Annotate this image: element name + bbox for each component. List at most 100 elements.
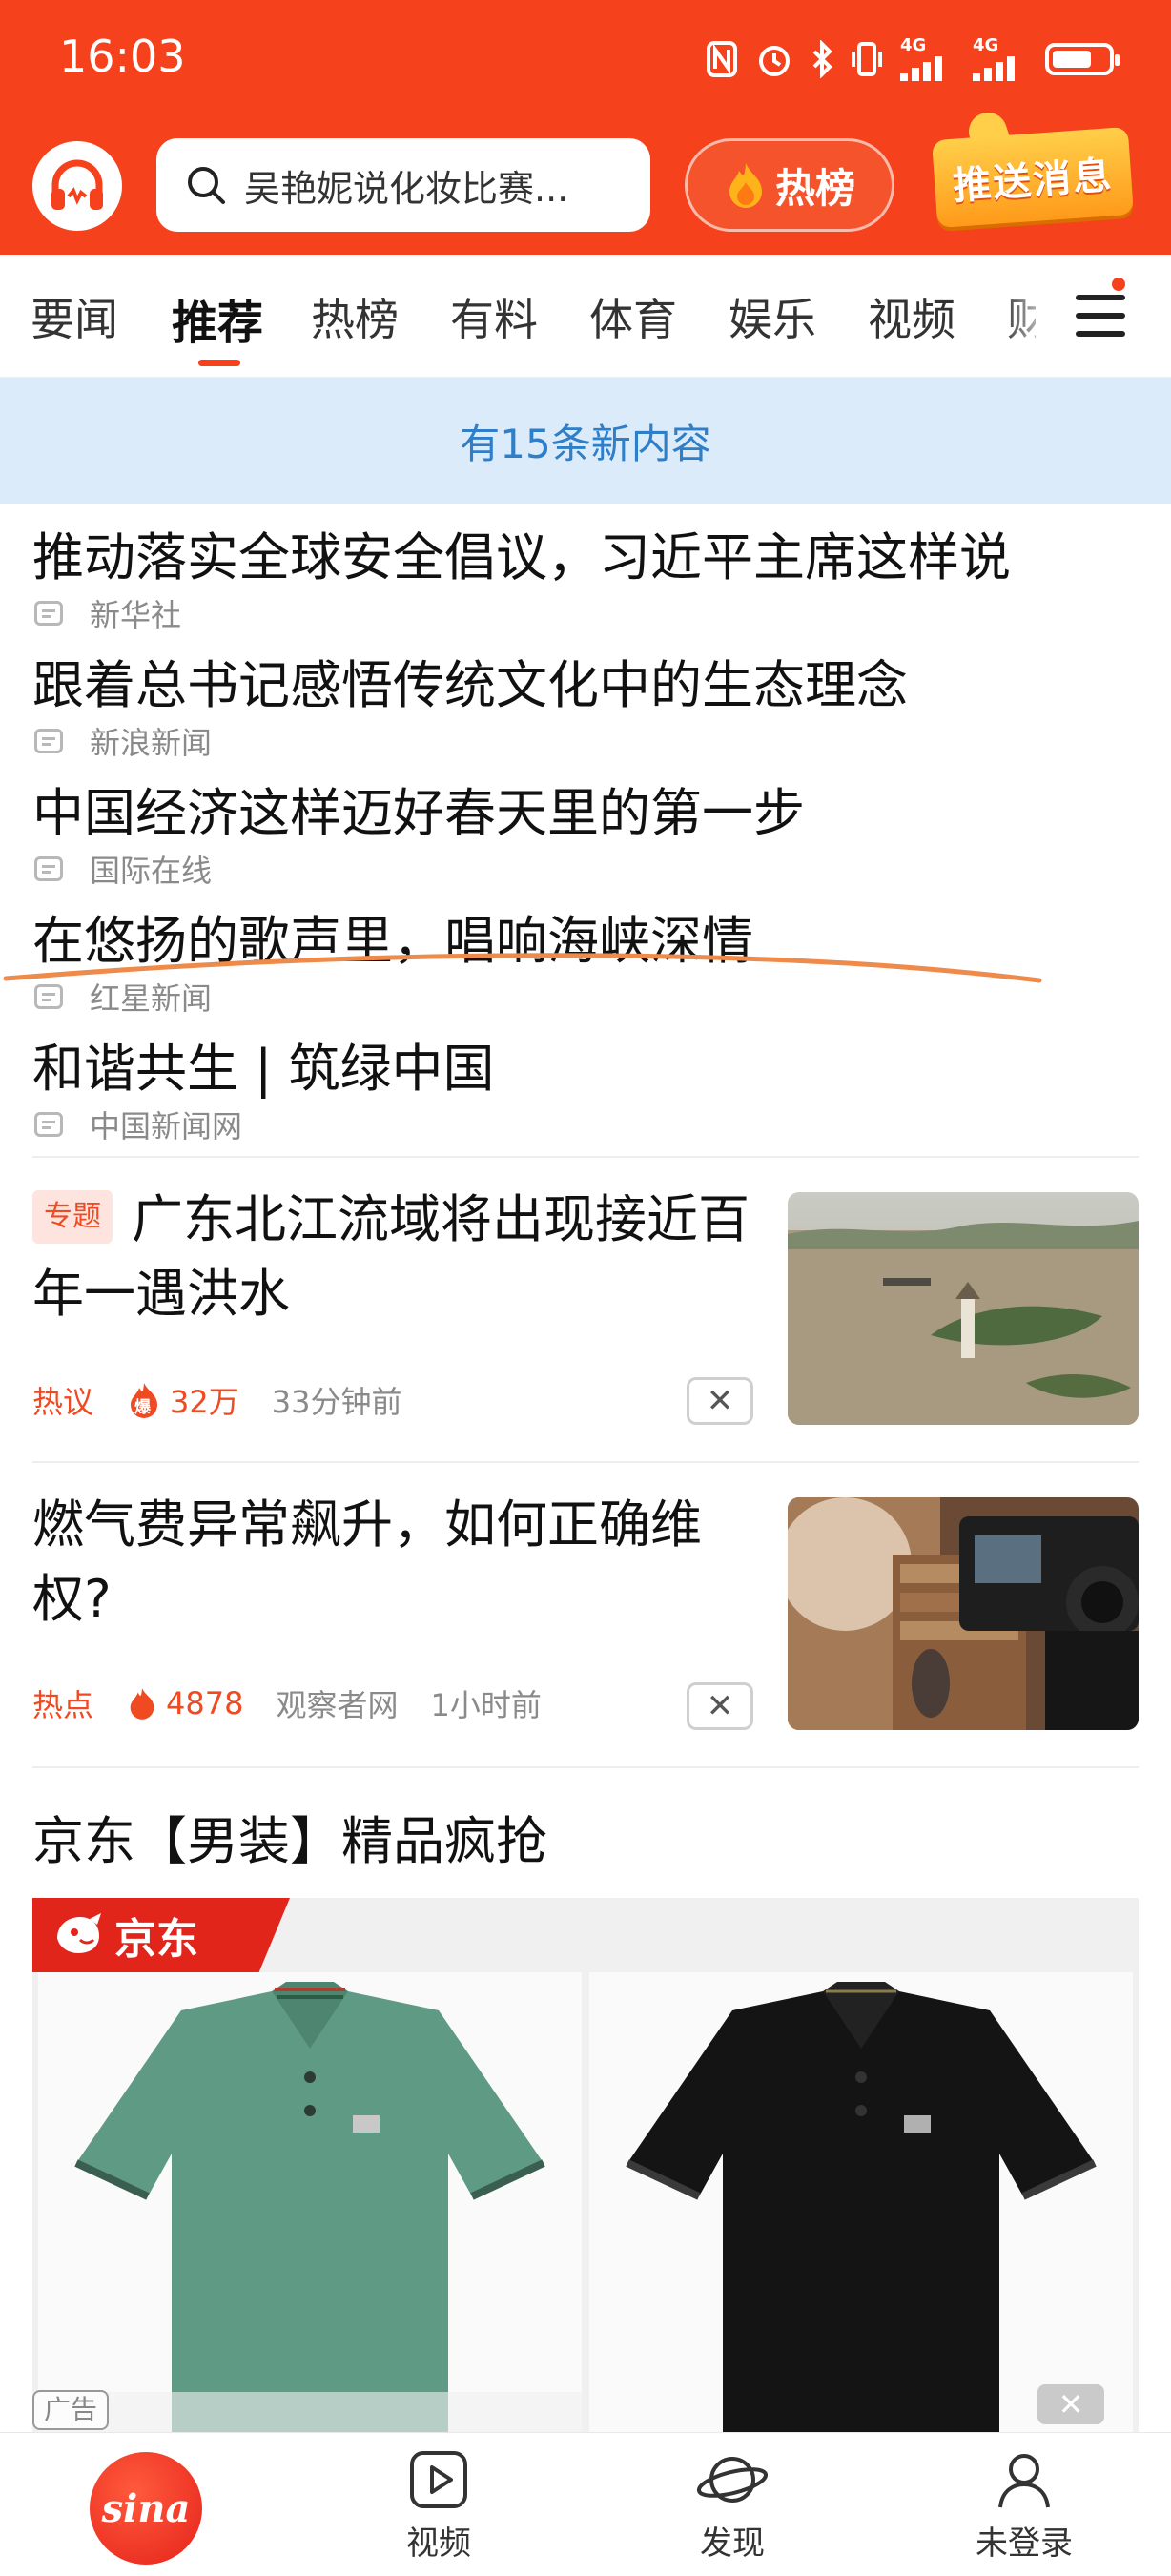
dismiss-button[interactable]: ✕ (687, 1682, 753, 1730)
headline-source: 红星新闻 (90, 980, 213, 1017)
tab-video[interactable]: 视频 (868, 285, 955, 348)
headline-source-row: 新浪新闻 (34, 719, 212, 763)
ad-close-button[interactable]: ✕ (1037, 2384, 1104, 2424)
jd-brand-tab: 京东 (32, 1898, 290, 1972)
jd-brand-label: 京东 (114, 1915, 198, 1964)
vibrate-icon (851, 40, 883, 78)
top-header: 16:03 4G 4G 吴艳妮说化妆比赛... 热榜 推送消息 (0, 0, 1171, 255)
headline-title[interactable]: 和谐共生 | 筑绿中国 (32, 1026, 495, 1102)
tab-recommend[interactable]: 推荐 (172, 285, 263, 352)
headline-source: 中国新闻网 (90, 1108, 243, 1144)
headline-title[interactable]: 推动落实全球安全倡议，习近平主席这样说 (32, 515, 1011, 590)
search-input[interactable]: 吴艳妮说化妆比赛... (156, 138, 650, 232)
planet-icon (696, 2457, 769, 2503)
headline-title[interactable]: 在悠扬的歌声里，唱响海峡深情 (32, 898, 753, 974)
nav-video-label: 视频 (406, 2524, 471, 2563)
product-green-polo[interactable] (38, 1972, 582, 2432)
jd-dog-logo-icon (57, 1913, 101, 1953)
tab-yaowen[interactable]: 要闻 (31, 285, 118, 348)
comment-icon (34, 856, 63, 881)
signal-b-label: 4G (973, 35, 999, 55)
nav-discover[interactable]: 发现 (656, 2448, 809, 2564)
flame-icon (128, 1686, 156, 1721)
hot-discussion-tag: 热议 (32, 1384, 94, 1420)
dismiss-button[interactable]: ✕ (687, 1377, 753, 1425)
comment-icon (34, 601, 63, 626)
comment-icon (34, 984, 63, 1009)
ad-title[interactable]: 京东【男装】精品疯抢 (32, 1799, 547, 1874)
explosive-label: 爆 (134, 1398, 152, 1417)
nav-discover-label: 发现 (700, 2524, 765, 2563)
new-content-banner[interactable]: 有15条新内容 (0, 378, 1171, 504)
push-message-label: 推送消息 (951, 154, 1115, 209)
explosive-icon: 爆 (128, 1382, 160, 1418)
article-title-block[interactable]: 燃气费异常飙升，如何正确维权? (32, 1488, 757, 1637)
close-icon: ✕ (706, 1687, 734, 1725)
notification-dot (1112, 278, 1125, 291)
tab-hot[interactable]: 热榜 (311, 285, 399, 348)
article-thumbnail-camera[interactable] (788, 1497, 1139, 1730)
headphones-icon (51, 159, 103, 210)
headline-source-row: 国际在线 (34, 847, 212, 891)
bluetooth-icon (811, 40, 833, 78)
battery-icon (1045, 43, 1120, 75)
article-thumbnail-flood[interactable] (788, 1192, 1139, 1425)
audio-headphones-button[interactable] (32, 141, 122, 231)
new-content-text: 有15条新内容 (460, 420, 711, 467)
hot-list-button[interactable]: 热榜 (685, 138, 894, 232)
article-meta: 热点 4878 观察者网 1小时前 (32, 1682, 574, 1724)
headline-source: 新浪新闻 (90, 725, 213, 761)
search-placeholder: 吴艳妮说化妆比赛... (244, 167, 569, 210)
tab-youliao[interactable]: 有料 (450, 285, 538, 348)
ad-banner[interactable]: 京东 (32, 1898, 1139, 2432)
headline-source-row: 新华社 (34, 591, 181, 635)
headline-source: 国际在线 (90, 853, 213, 889)
comment-icon (34, 1112, 63, 1137)
user-icon (998, 2454, 1050, 2508)
article-title: 燃气费异常飙升，如何正确维权? (32, 1494, 702, 1629)
nav-video[interactable]: 视频 (362, 2448, 515, 2564)
alarm-icon (755, 40, 793, 78)
home-sina-button[interactable]: sina (90, 2452, 202, 2565)
tab-sports[interactable]: 体育 (589, 285, 677, 348)
push-message-button[interactable]: 推送消息 (932, 126, 1134, 229)
heat-count: 32万 (170, 1384, 239, 1420)
close-icon: ✕ (1058, 2386, 1084, 2422)
signal-icon: 4G (900, 37, 955, 81)
channel-menu-button[interactable] (1076, 291, 1125, 340)
video-play-icon (410, 2451, 467, 2508)
hot-point-tag: 热点 (32, 1687, 94, 1723)
product-black-polo[interactable] (589, 1972, 1133, 2432)
close-icon: ✕ (706, 1382, 734, 1420)
signal-a-label: 4G (900, 35, 927, 55)
nfc-icon (706, 40, 738, 78)
divider (32, 1766, 1139, 1768)
headline-source-row: 红星新闻 (34, 975, 212, 1019)
topic-tag: 专题 (32, 1190, 113, 1245)
heat-count: 4878 (166, 1685, 244, 1721)
headline-title[interactable]: 跟着总书记感悟传统文化中的生态理念 (32, 643, 908, 718)
divider (32, 1156, 1139, 1158)
channel-tabs: 要闻 推荐 热榜 有料 体育 娱乐 视频 财 (0, 255, 1171, 378)
active-tab-indicator (198, 360, 240, 366)
bottom-navigation: sina 视频 发现 未登录 (0, 2432, 1171, 2576)
ad-label: 广告 (32, 2390, 110, 2430)
sina-logo-text: sina (101, 2485, 191, 2531)
headline-title[interactable]: 中国经济这样迈好春天里的第一步 (32, 771, 805, 846)
headline-source: 新华社 (90, 597, 182, 633)
headline-source-row: 中国新闻网 (34, 1103, 242, 1146)
hot-list-label: 热榜 (774, 164, 855, 212)
article-source: 观察者网 (276, 1687, 399, 1723)
status-time: 16:03 (59, 31, 186, 82)
tab-entertainment[interactable]: 娱乐 (729, 285, 816, 348)
signal-icon-2: 4G (973, 37, 1028, 81)
search-icon (188, 167, 225, 204)
nav-profile-label: 未登录 (976, 2524, 1073, 2563)
divider (32, 1461, 1139, 1463)
article-time: 1小时前 (430, 1687, 542, 1723)
article-time: 33分钟前 (271, 1384, 402, 1420)
article-title-block[interactable]: 专题 广东北江流域将出现接近百年一遇洪水 (32, 1183, 757, 1331)
comment-icon (34, 729, 63, 753)
nav-profile[interactable]: 未登录 (948, 2448, 1100, 2564)
status-icons: 4G 4G (706, 32, 1120, 86)
